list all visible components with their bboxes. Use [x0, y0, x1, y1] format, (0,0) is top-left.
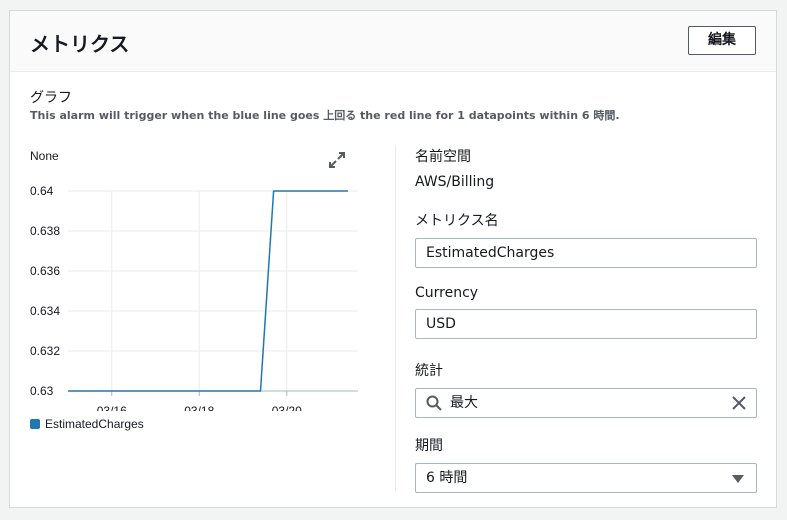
- period-label: 期間: [415, 438, 443, 454]
- y-tick-label: 0.638: [30, 224, 60, 238]
- metrics-panel: メトリクス 編集 グラフ This alarm will trigger whe…: [9, 10, 777, 508]
- metric-name-input[interactable]: EstimatedCharges: [415, 238, 757, 268]
- period-field: 期間 6 時間: [415, 435, 757, 493]
- x-tick-label: 03/20: [272, 404, 302, 411]
- metric-name-field: メトリクス名 EstimatedCharges: [415, 210, 757, 268]
- currency-label: Currency: [415, 285, 479, 301]
- panel-title: メトリクス: [30, 32, 130, 56]
- search-icon: [426, 395, 442, 411]
- legend[interactable]: EstimatedCharges: [30, 417, 144, 431]
- period-value: 6 時間: [426, 470, 468, 486]
- y-tick-label: 0.634: [30, 304, 60, 318]
- currency-field: Currency USD: [415, 285, 757, 339]
- period-select[interactable]: 6 時間: [415, 463, 757, 493]
- edit-button[interactable]: 編集: [688, 26, 756, 55]
- y-tick-label: 0.636: [30, 264, 60, 278]
- currency-input[interactable]: USD: [415, 309, 757, 339]
- graph-heading: グラフ: [30, 90, 72, 106]
- y-tick-label: 0.63: [30, 384, 54, 398]
- y-tick-label: 0.632: [30, 344, 60, 358]
- x-tick-label: 03/18: [184, 404, 214, 411]
- caret-down-icon: [732, 475, 744, 483]
- namespace-field: 名前空間 AWS/Billing: [415, 146, 757, 190]
- clear-icon[interactable]: [732, 396, 746, 410]
- panel-header: メトリクス 編集: [10, 11, 776, 72]
- x-tick-label: 03/16: [97, 404, 127, 411]
- statistic-value: 最大: [450, 395, 478, 411]
- legend-swatch: [30, 419, 40, 429]
- line-chart: 0.64 0.638 0.636 0.634 0.632 0.63 03/16 03/18 03…: [30, 184, 358, 411]
- statistic-label: 統計: [415, 363, 443, 379]
- namespace-label: 名前空間: [415, 149, 471, 165]
- divider: [395, 146, 396, 491]
- series-line-EstimatedCharges: [68, 190, 348, 392]
- statistic-field: 統計 最大: [415, 360, 757, 418]
- chart-area: None 0.64 0.638 0.636 0.634 0.632 0.63 03/16 03…: [10, 141, 390, 441]
- namespace-value: AWS/Billing: [415, 174, 495, 190]
- y-tick-label: 0.64: [30, 184, 54, 198]
- statistic-search-input[interactable]: 最大: [415, 388, 757, 418]
- graph-description: This alarm will trigger when the blue li…: [30, 109, 620, 122]
- metric-name-label: メトリクス名: [415, 213, 499, 229]
- legend-label: EstimatedCharges: [45, 417, 144, 431]
